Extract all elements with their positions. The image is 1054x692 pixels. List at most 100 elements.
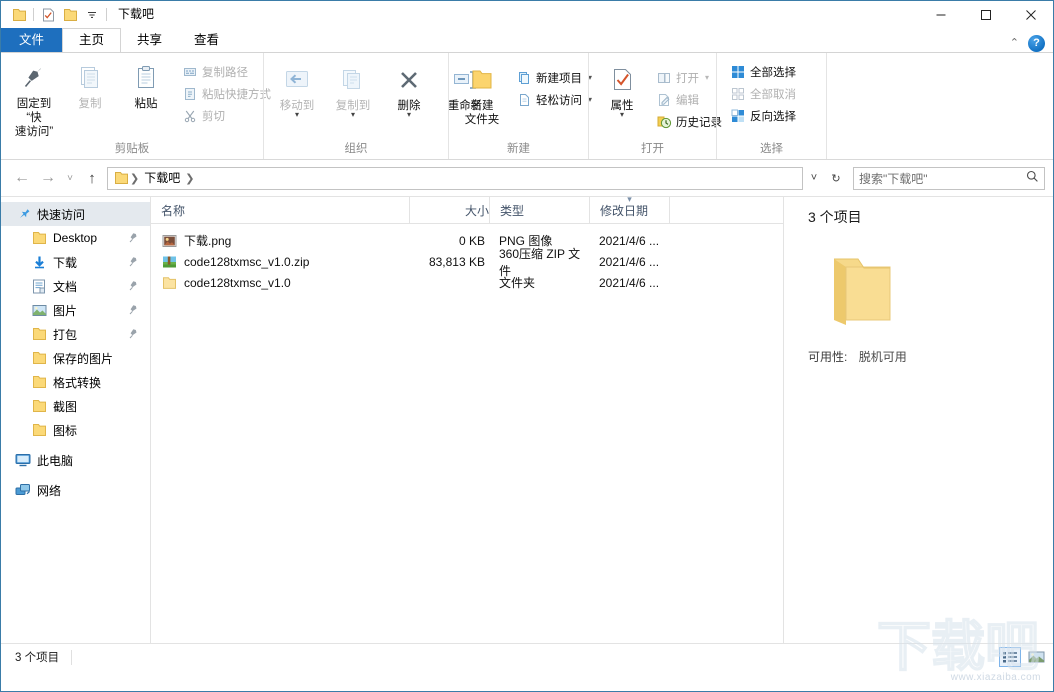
- file-size-cell: 0 KB: [409, 234, 489, 248]
- cut-button[interactable]: 剪切: [178, 105, 275, 126]
- star-icon: [15, 206, 31, 222]
- sidebar-item-pictures[interactable]: 图片: [1, 298, 150, 322]
- new-item-button[interactable]: 新建项目 ▾: [512, 67, 596, 88]
- chevron-down-icon[interactable]: [81, 4, 103, 26]
- new-folder-icon[interactable]: [59, 4, 81, 26]
- search-box[interactable]: 搜索"下载吧": [853, 167, 1045, 190]
- invert-selection-button[interactable]: 反向选择: [726, 105, 800, 126]
- delete-button[interactable]: 删除 ▾: [381, 59, 437, 118]
- pin-to-quick-access-button[interactable]: 固定到“快 速访问”: [6, 57, 62, 139]
- tab-view[interactable]: 查看: [178, 28, 235, 52]
- file-date-cell: 2021/4/6 ...: [589, 255, 679, 269]
- edit-button[interactable]: 编辑: [652, 89, 726, 110]
- easy-access-button[interactable]: 轻松访问 ▾: [512, 89, 596, 110]
- tab-share[interactable]: 共享: [121, 28, 178, 52]
- sidebar-item-downloads[interactable]: 下载: [1, 250, 150, 274]
- sidebar-item-desktop[interactable]: Desktop: [1, 226, 150, 250]
- back-button[interactable]: ←: [9, 165, 35, 191]
- sidebar-item-icons[interactable]: 图标: [1, 418, 150, 442]
- close-button[interactable]: [1008, 1, 1053, 28]
- pin-icon[interactable]: [129, 279, 140, 295]
- column-header-date-modified[interactable]: ▾ 修改日期: [589, 197, 669, 223]
- open-small-commands: 打开 ▾ 编辑 历史记录: [652, 59, 726, 132]
- sidebar-item-documents[interactable]: 文档: [1, 274, 150, 298]
- edit-icon: [656, 92, 672, 108]
- file-name-cell[interactable]: code128txmsc_v1.0: [151, 275, 409, 291]
- pin-icon[interactable]: [129, 303, 140, 319]
- tab-home[interactable]: 主页: [62, 28, 121, 52]
- new-folder-button[interactable]: 新建 文件夹: [454, 59, 510, 127]
- search-icon[interactable]: [1026, 170, 1039, 186]
- table-row[interactable]: code128txmsc_v1.0 文件夹 2021/4/6 ...: [151, 272, 783, 293]
- copy-label: 复制: [79, 97, 102, 111]
- select-all-icon: [730, 64, 746, 80]
- invert-selection-icon: [730, 108, 746, 124]
- maximize-button[interactable]: [963, 1, 1008, 28]
- collapse-ribbon-icon[interactable]: ⌃: [1010, 38, 1019, 49]
- copy-button[interactable]: 复制: [62, 57, 118, 111]
- pin-icon[interactable]: [129, 255, 140, 271]
- download-icon: [31, 254, 47, 270]
- chevron-down-icon[interactable]: ▾: [407, 112, 411, 118]
- pin-icon[interactable]: [129, 231, 140, 247]
- history-button[interactable]: 历史记录: [652, 111, 726, 132]
- table-row[interactable]: code128txmsc_v1.0.zip 83,813 KB 360压缩 ZI…: [151, 251, 783, 272]
- minimize-button[interactable]: [918, 1, 963, 28]
- copy-path-button[interactable]: 复制路径: [178, 61, 275, 82]
- properties-icon[interactable]: [37, 4, 59, 26]
- address-dropdown-button[interactable]: ˅: [803, 167, 825, 190]
- column-header-name[interactable]: 名称: [151, 197, 409, 223]
- help-icon[interactable]: ?: [1028, 35, 1045, 52]
- select-none-button[interactable]: 全部取消: [726, 83, 800, 104]
- chevron-down-icon[interactable]: ▾: [620, 112, 624, 118]
- sidebar-item-this-pc[interactable]: 此电脑: [1, 448, 150, 472]
- sidebar-item-packages[interactable]: 打包: [1, 322, 150, 346]
- search-input[interactable]: 搜索"下载吧": [859, 170, 1026, 187]
- recent-locations-button[interactable]: ˅: [61, 165, 79, 191]
- select-all-label: 全部选择: [750, 64, 796, 80]
- paste-shortcut-button[interactable]: 粘贴快捷方式: [178, 83, 275, 104]
- forward-button[interactable]: →: [35, 165, 61, 191]
- open-button[interactable]: 打开 ▾: [652, 67, 726, 88]
- paste-shortcut-label: 粘贴快捷方式: [202, 86, 271, 102]
- sidebar-item-label: Desktop: [53, 231, 97, 245]
- breadcrumb[interactable]: ❯ 下载吧 ❯: [107, 167, 803, 190]
- sidebar-item-network[interactable]: 网络: [1, 478, 150, 502]
- move-to-button[interactable]: 移动到 ▾: [269, 59, 325, 118]
- chevron-down-icon[interactable]: ▾: [295, 112, 299, 118]
- chevron-down-icon[interactable]: ▾: [351, 112, 355, 118]
- tab-file[interactable]: 文件: [1, 28, 62, 52]
- breadcrumb-separator[interactable]: ❯: [129, 172, 140, 185]
- table-row[interactable]: 下载.png 0 KB PNG 图像 2021/4/6 ...: [151, 230, 783, 251]
- large-icons-view-button[interactable]: [1025, 647, 1047, 667]
- file-name-cell[interactable]: code128txmsc_v1.0.zip: [151, 254, 409, 270]
- sidebar-item-screenshots[interactable]: 截图: [1, 394, 150, 418]
- sidebar-item-format-conversion[interactable]: 格式转换: [1, 370, 150, 394]
- sidebar-item-label: 网络: [37, 482, 61, 499]
- breadcrumb-item-0[interactable]: 下载吧: [140, 168, 184, 189]
- pin-icon[interactable]: [129, 327, 140, 343]
- breadcrumb-separator[interactable]: ❯: [184, 172, 195, 185]
- sidebar-item-saved-pictures[interactable]: 保存的图片: [1, 346, 150, 370]
- refresh-button[interactable]: ↻: [825, 167, 847, 190]
- chevron-down-icon[interactable]: ▾: [705, 73, 709, 82]
- select-all-button[interactable]: 全部选择: [726, 61, 800, 82]
- file-name-label: 下载.png: [184, 232, 231, 249]
- edit-label: 编辑: [676, 92, 699, 108]
- paste-label: 粘贴: [135, 97, 158, 111]
- paste-button[interactable]: 粘贴: [118, 57, 174, 111]
- details-view-button[interactable]: [999, 647, 1021, 667]
- sidebar-item-quick-access[interactable]: 快速访问: [1, 202, 150, 226]
- column-header-size[interactable]: 大小: [409, 197, 489, 223]
- properties-button[interactable]: 属性 ▾: [594, 59, 650, 118]
- this-pc-icon: [15, 452, 31, 468]
- folder-icon[interactable]: [8, 4, 30, 26]
- ribbon-tabs: 文件 主页 共享 查看 ⌃ ?: [1, 28, 1053, 52]
- copy-to-button[interactable]: 复制到 ▾: [325, 59, 381, 118]
- up-button[interactable]: ↑: [79, 165, 105, 191]
- column-header-type[interactable]: 类型: [489, 197, 589, 223]
- open-label: 打开: [676, 70, 699, 86]
- breadcrumb-folder-icon[interactable]: [110, 171, 129, 185]
- file-name-cell[interactable]: 下载.png: [151, 232, 409, 249]
- column-header-type-label: 类型: [500, 202, 524, 219]
